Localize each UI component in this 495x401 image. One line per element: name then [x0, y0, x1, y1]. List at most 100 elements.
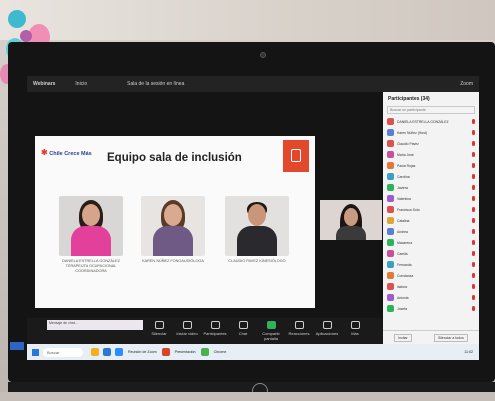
logo-mark-icon: ✱ — [41, 148, 48, 157]
powerpoint-icon[interactable] — [161, 348, 170, 356]
participant-row[interactable]: Karen Núñez (Host) — [383, 127, 479, 138]
avatar — [387, 184, 394, 191]
participant-name: Antonia — [397, 295, 409, 300]
avatar — [387, 162, 394, 169]
video-icon — [182, 321, 192, 329]
tab-home[interactable]: Inicio — [75, 81, 87, 87]
participant-row[interactable]: Andrea — [383, 226, 479, 237]
chat-button[interactable]: Chat — [229, 321, 257, 336]
windows-start-icon[interactable] — [32, 348, 39, 356]
participant-row[interactable]: Claudio Pavez — [383, 138, 479, 149]
avatar — [387, 173, 394, 180]
muted-mic-icon — [472, 130, 475, 135]
mute-button[interactable]: Silenciar — [145, 321, 173, 336]
participant-name: Valentina — [397, 196, 411, 201]
participant-name: Carolina — [397, 174, 410, 179]
muted-mic-icon — [472, 163, 475, 168]
more-icon — [350, 321, 360, 329]
app-name: Webinars — [33, 81, 56, 87]
member-photo — [225, 196, 289, 256]
participant-name: Andrea — [397, 229, 408, 234]
meeting-tab[interactable]: Sala de la sesión en línea — [127, 81, 184, 87]
share-screen-icon — [266, 321, 276, 329]
muted-mic-icon — [472, 240, 475, 245]
taskbar-window-1[interactable]: Reunión de Zoom — [128, 350, 157, 354]
participant-row[interactable]: Macarena — [383, 237, 479, 248]
participant-row[interactable]: DANIELA ESTRELLA GONZÁLEZ — [383, 116, 479, 127]
participant-name: Claudio Pavez — [397, 141, 419, 146]
participant-row[interactable]: Paula Rojas — [383, 160, 479, 171]
participants-panel: Participantes (34) Buscar un participant… — [383, 92, 479, 344]
participant-row[interactable]: Isidora — [383, 281, 479, 292]
panel-footer: Invitar Silenciar a todos — [383, 330, 479, 344]
participant-name: Camila — [397, 251, 408, 256]
team-member-1: DANIELA ESTRELLA GONZÁLEZ TERAPEUTA OCUP… — [59, 196, 123, 274]
avatar — [387, 140, 394, 147]
slide-logo: ✱ Chile Crece Más — [41, 148, 92, 158]
muted-mic-icon — [472, 185, 475, 190]
invite-button[interactable]: Invitar — [394, 333, 412, 342]
muted-mic-icon — [472, 141, 475, 146]
member-caption: KAREN NÚÑEZ FONOAUDIÓLOGA — [142, 259, 204, 263]
avatar — [387, 151, 394, 158]
participant-row[interactable]: Josefa — [383, 303, 479, 314]
taskbar-window-3[interactable]: Chrome — [214, 350, 227, 354]
participant-row[interactable]: Valentina — [383, 193, 479, 204]
muted-mic-icon — [472, 207, 475, 212]
chrome-icon[interactable] — [200, 348, 209, 356]
mute-all-button[interactable]: Silenciar a todos — [433, 333, 468, 342]
monitor-sticker — [10, 342, 24, 350]
avatar — [387, 195, 394, 202]
apps-button[interactable]: Aplicaciones — [313, 321, 341, 336]
participant-row[interactable]: Catalina — [383, 215, 479, 226]
edge-icon[interactable] — [103, 348, 111, 356]
member-caption: CLAUDIO PAVEZ KINESIÓLOGO — [228, 259, 286, 263]
participant-row[interactable]: Javiera — [383, 182, 479, 193]
participant-row[interactable]: Francisca Soto — [383, 204, 479, 215]
avatar — [387, 129, 394, 136]
taskbar-window-2[interactable]: Presentación — [175, 350, 196, 354]
chat-input[interactable]: Mensaje de chat... — [47, 320, 143, 330]
reactions-button[interactable]: Reacciones — [285, 321, 313, 336]
participant-row[interactable]: Antonia — [383, 292, 479, 303]
slide-title: Equipo sala de inclusión — [107, 152, 242, 164]
muted-mic-icon — [472, 273, 475, 278]
participant-row[interactable]: Constanza — [383, 270, 479, 281]
taskbar-search-input[interactable]: Buscar — [43, 347, 83, 357]
avatar — [387, 283, 394, 290]
windows-taskbar: Buscar Reunión de Zoom Presentación Chro… — [27, 344, 479, 360]
zoom-icon[interactable] — [115, 348, 123, 356]
member-caption: DANIELA ESTRELLA GONZÁLEZ TERAPEUTA OCUP… — [62, 259, 120, 273]
panel-title: Participantes (34) — [388, 96, 430, 102]
more-button[interactable]: Más — [341, 321, 369, 336]
participant-row[interactable]: María José — [383, 149, 479, 160]
participant-row[interactable]: Carolina — [383, 171, 479, 182]
participant-row[interactable]: Fernanda — [383, 259, 479, 270]
participant-name: Isidora — [397, 284, 408, 289]
wall-background — [0, 0, 495, 40]
desk-surface — [0, 392, 495, 401]
participants-button[interactable]: Participantes — [201, 321, 229, 336]
participant-name: Paula Rojas — [397, 163, 416, 168]
participant-search-input[interactable]: Buscar un participante — [387, 106, 475, 114]
participants-icon — [210, 321, 220, 329]
meeting-area: ✱ Chile Crece Más Equipo sala de inclusi… — [27, 92, 383, 318]
taskbar-clock: 11:02 — [464, 350, 473, 354]
participant-video-tile[interactable] — [320, 200, 382, 240]
window-titlebar: Webinars Inicio Sala de la sesión en lín… — [27, 76, 479, 92]
muted-mic-icon — [472, 295, 475, 300]
avatar — [387, 217, 394, 224]
muted-mic-icon — [472, 218, 475, 223]
avatar — [387, 305, 394, 312]
avatar — [387, 250, 394, 257]
share-screen-button[interactable]: Compartir pantalla — [257, 321, 285, 341]
participant-name: DANIELA ESTRELLA GONZÁLEZ — [397, 119, 449, 124]
participant-row[interactable]: Camila — [383, 248, 479, 259]
participant-name: Catalina — [397, 218, 410, 223]
participant-name: Javiera — [397, 185, 408, 190]
avatar — [387, 228, 394, 235]
start-video-button[interactable]: Iniciar video — [173, 321, 201, 336]
file-explorer-icon[interactable] — [91, 348, 99, 356]
muted-mic-icon — [472, 262, 475, 267]
slide-badge-icon — [283, 140, 309, 172]
